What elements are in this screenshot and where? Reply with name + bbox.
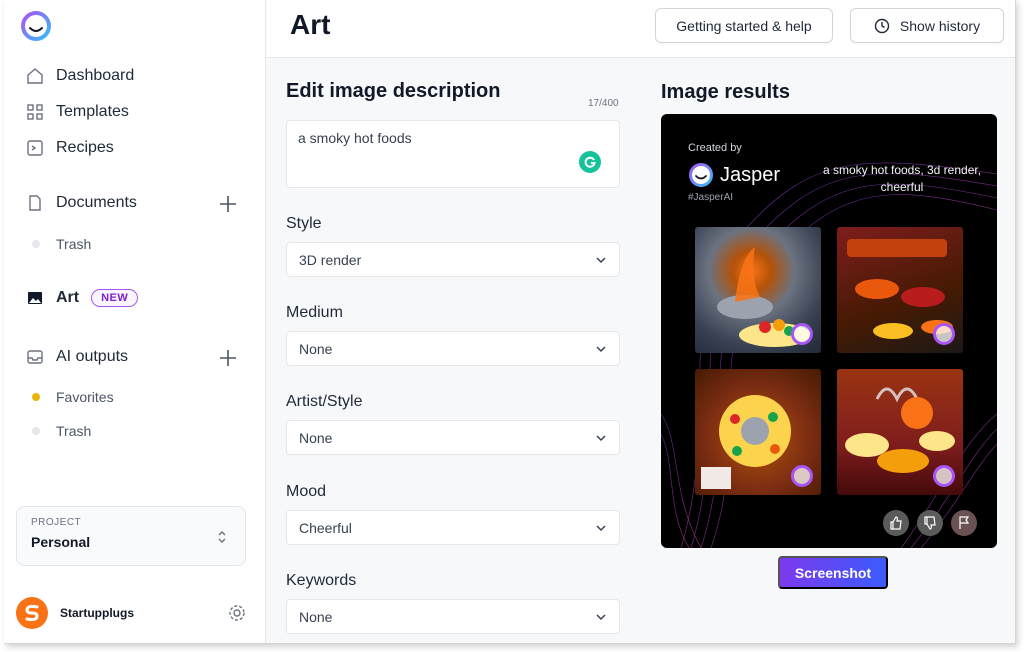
keywords-label: Keywords — [286, 572, 357, 589]
getting-started-help-button[interactable]: Getting started & help — [655, 8, 833, 43]
clock-icon — [874, 18, 890, 33]
edit-description-title: Edit image description — [286, 80, 501, 102]
sidebar-item-favorites[interactable]: Favorites — [32, 389, 114, 405]
artist-style-value: None — [299, 429, 333, 446]
grammarly-icon[interactable] — [579, 151, 601, 173]
flag-icon — [959, 516, 970, 529]
startupplugs-logo-icon — [25, 604, 39, 622]
thumbs-down-icon — [924, 516, 936, 530]
character-counter: 17/400 — [588, 98, 619, 109]
sidebar-item-label: Documents — [56, 194, 137, 211]
thumbs-up-button[interactable] — [883, 510, 909, 536]
chevron-down-icon — [596, 613, 606, 620]
sidebar-item-label: Trash — [56, 236, 92, 252]
chevron-down-icon — [596, 345, 606, 352]
bullet-icon — [32, 393, 40, 401]
chevron-down-icon — [596, 524, 606, 531]
show-history-label: Show history — [899, 17, 981, 34]
bullet-icon — [32, 240, 40, 248]
sidebar-item-label: Art — [56, 289, 80, 306]
style-value: 3D render — [299, 251, 362, 268]
jasper-brand: Jasper — [688, 162, 780, 188]
hashtag: #JasperAI — [688, 192, 734, 203]
chevron-up-down-icon — [218, 531, 226, 543]
add-document-icon[interactable] — [219, 195, 237, 213]
medium-label: Medium — [286, 304, 343, 321]
page-title: Art — [290, 9, 331, 40]
sidebar-item-label: Favorites — [56, 389, 114, 405]
image-results-title: Image results — [661, 81, 790, 103]
jasper-logo-icon — [689, 163, 713, 187]
sidebar-item-label: Templates — [56, 103, 129, 120]
result-image-3[interactable] — [695, 369, 821, 495]
top-header: Art Getting started & help Show history — [266, 0, 1015, 58]
sidebar-item-label: AI outputs — [56, 348, 129, 365]
new-badge: NEW — [91, 289, 139, 307]
jasper-watermark-icon — [933, 323, 955, 345]
image-results-panel: Created by Jasper #JasperAI a smoky hot … — [661, 114, 997, 548]
grid-icon — [27, 104, 43, 120]
style-select[interactable]: 3D render — [286, 242, 620, 277]
sidebar-item-outputs-trash[interactable]: Trash — [32, 423, 91, 439]
sidebar-item-label: Trash — [56, 423, 92, 439]
mood-value: Cheerful — [299, 519, 352, 536]
mood-select[interactable]: Cheerful — [286, 510, 620, 545]
created-by-label: Created by — [688, 142, 742, 154]
flag-button[interactable] — [951, 510, 977, 536]
project-selector[interactable]: PROJECT Personal — [16, 506, 246, 566]
app-window: Dashboard Templates Recipes Documents Tr… — [4, 0, 1016, 644]
screenshot-button[interactable]: Screenshot — [778, 556, 888, 589]
inbox-icon — [27, 350, 43, 364]
sidebar-item-documents-trash[interactable]: Trash — [32, 236, 91, 252]
bullet-icon — [32, 427, 40, 435]
thumbs-up-icon — [890, 516, 902, 530]
sidebar-item-dashboard[interactable]: Dashboard — [26, 67, 134, 85]
sidebar-item-recipes[interactable]: Recipes — [26, 139, 114, 157]
user-name: Startupplugs — [60, 606, 134, 620]
thumbs-down-button[interactable] — [917, 510, 943, 536]
keywords-select[interactable]: None — [286, 599, 620, 634]
artist-style-label: Artist/Style — [286, 393, 363, 410]
jasper-watermark-icon — [791, 465, 813, 487]
style-label: Style — [286, 215, 322, 232]
jasper-watermark-icon — [791, 323, 813, 345]
sidebar-item-art[interactable]: Art NEW — [26, 289, 139, 307]
image-caption: a smoky hot foods, 3d render, cheerful — [822, 163, 982, 194]
terminal-icon — [27, 140, 43, 156]
brand-name: Jasper — [720, 163, 781, 186]
description-text: a smoky hot foods — [298, 130, 412, 146]
medium-select[interactable]: None — [286, 331, 620, 366]
medium-value: None — [299, 340, 333, 357]
add-ai-output-icon[interactable] — [219, 349, 237, 367]
jasper-logo-icon[interactable] — [20, 10, 52, 42]
user-profile[interactable]: Startupplugs — [16, 596, 246, 630]
chevron-down-icon — [596, 256, 606, 263]
result-image-4[interactable] — [837, 369, 963, 495]
jasper-watermark-icon — [933, 465, 955, 487]
image-description-input[interactable]: a smoky hot foods — [286, 120, 620, 188]
show-history-button[interactable]: Show history — [850, 8, 1004, 43]
sidebar-item-label: Recipes — [56, 139, 114, 156]
chevron-down-icon — [596, 434, 606, 441]
keywords-value: None — [299, 608, 333, 625]
result-image-1[interactable] — [695, 227, 821, 353]
sidebar-item-documents[interactable]: Documents — [26, 194, 137, 212]
gear-icon[interactable] — [228, 604, 246, 622]
image-icon — [28, 292, 42, 304]
document-icon — [29, 195, 41, 211]
avatar[interactable] — [16, 597, 48, 629]
sidebar-item-label: Dashboard — [56, 67, 135, 84]
sidebar: Dashboard Templates Recipes Documents Tr… — [4, 0, 266, 643]
result-image-2[interactable] — [837, 227, 963, 353]
sidebar-item-ai-outputs[interactable]: AI outputs — [26, 348, 128, 366]
project-name: Personal — [31, 534, 91, 550]
artist-style-select[interactable]: None — [286, 420, 620, 455]
home-icon — [27, 68, 43, 84]
main-content: Edit image description 17/400 a smoky ho… — [266, 58, 1015, 643]
project-label: PROJECT — [31, 517, 82, 528]
mood-label: Mood — [286, 483, 327, 500]
sidebar-item-templates[interactable]: Templates — [26, 103, 129, 121]
